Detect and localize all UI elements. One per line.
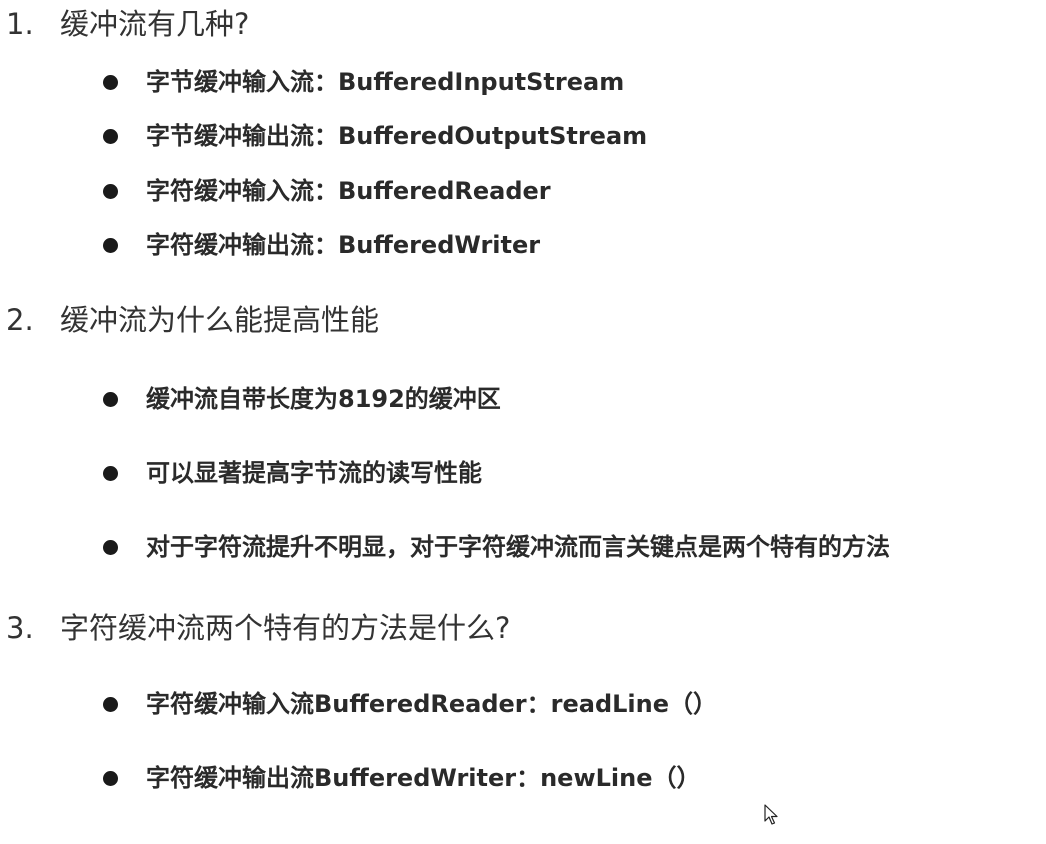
- bullet-dot-icon: [103, 540, 118, 555]
- section-3-number: 3.: [6, 611, 34, 645]
- section-1-title: 缓冲流有几种?: [60, 7, 250, 41]
- bullet-dot-icon: [103, 184, 118, 199]
- bullet-dot-icon: [103, 238, 118, 253]
- section-1-heading: 1. 缓冲流有几种?: [6, 4, 249, 44]
- bullet-dot-icon: [103, 392, 118, 407]
- list-item-text: 字节缓冲输入流：BufferedInputStream: [146, 68, 625, 96]
- section-1-number: 1.: [6, 7, 34, 41]
- list-item-text: 对于字符流提升不明显，对于字符缓冲流而言关键点是两个特有的方法: [146, 533, 890, 561]
- list-item-text: 可以显著提高字节流的读写性能: [146, 459, 482, 487]
- list-item-text: 字符缓冲输出流BufferedWriter：newLine（）: [146, 764, 701, 792]
- list-item: 缓冲流自带长度为8192的缓冲区: [103, 382, 603, 416]
- bullet-dot-icon: [103, 129, 118, 144]
- list-item-text: 字符缓冲输入流：BufferedReader: [146, 177, 551, 205]
- bullet-dot-icon: [103, 466, 118, 481]
- section-2-number: 2.: [6, 303, 34, 337]
- list-item-text: 字符缓冲输入流BufferedReader：readLine（）: [146, 690, 718, 718]
- list-item: 字节缓冲输出流：BufferedOutputStream: [103, 119, 683, 153]
- list-item: 对于字符流提升不明显，对于字符缓冲流而言关键点是两个特有的方法: [103, 530, 1003, 564]
- list-item-text: 字符缓冲输出流：BufferedWriter: [146, 231, 541, 259]
- list-item: 字符缓冲输出流：BufferedWriter: [103, 228, 603, 262]
- list-item: 字符缓冲输入流：BufferedReader: [103, 174, 603, 208]
- mouse-pointer-icon: [764, 804, 778, 825]
- list-item-text: 缓冲流自带长度为8192的缓冲区: [146, 385, 501, 413]
- bullet-dot-icon: [103, 75, 118, 90]
- list-item: 字符缓冲输入流BufferedReader：readLine（）: [103, 687, 783, 721]
- list-item-text: 字节缓冲输出流：BufferedOutputStream: [146, 122, 648, 150]
- section-3-title: 字符缓冲流两个特有的方法是什么?: [60, 611, 511, 645]
- bullet-dot-icon: [103, 771, 118, 786]
- section-2-heading: 2. 缓冲流为什么能提高性能: [6, 300, 379, 340]
- list-item: 字节缓冲输入流：BufferedInputStream: [103, 65, 663, 99]
- list-item: 可以显著提高字节流的读写性能: [103, 456, 603, 490]
- list-item: 字符缓冲输出流BufferedWriter：newLine（）: [103, 761, 783, 795]
- bullet-dot-icon: [103, 697, 118, 712]
- section-2-title: 缓冲流为什么能提高性能: [60, 303, 380, 337]
- section-3-heading: 3. 字符缓冲流两个特有的方法是什么?: [6, 608, 510, 648]
